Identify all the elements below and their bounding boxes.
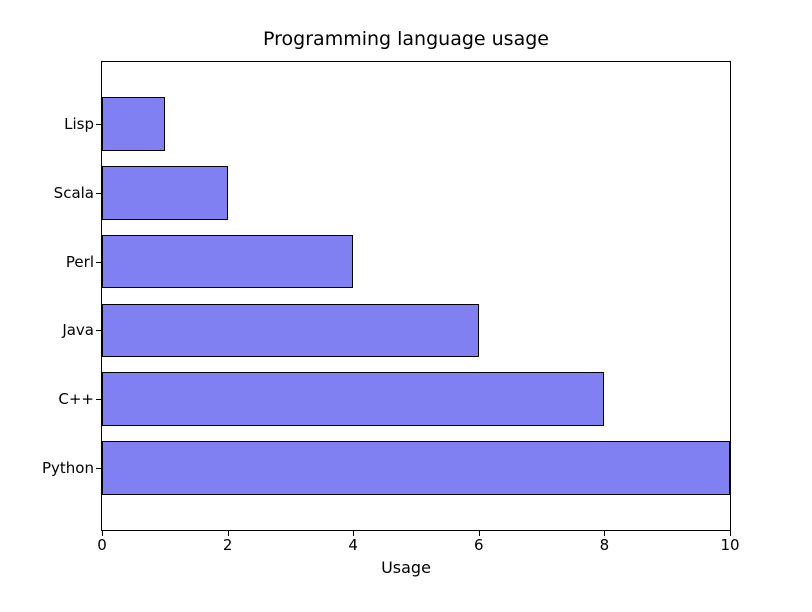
- x-tick-label: 8: [600, 536, 610, 554]
- x-tick-label: 2: [223, 536, 233, 554]
- x-tick-label: 4: [348, 536, 358, 554]
- x-tick-label: 6: [474, 536, 484, 554]
- x-tick: [479, 531, 480, 536]
- x-axis-label: Usage: [0, 558, 812, 577]
- x-tick-label: 0: [97, 536, 107, 554]
- y-tick-label: C++: [4, 390, 94, 408]
- y-tick-label: Perl: [4, 253, 94, 271]
- y-tick: [96, 193, 101, 194]
- x-tick: [228, 531, 229, 536]
- chart-title: Programming language usage: [0, 28, 812, 50]
- y-tick: [96, 330, 101, 331]
- y-tick: [96, 262, 101, 263]
- y-tick-label: Scala: [4, 184, 94, 202]
- y-tick-label: Python: [4, 459, 94, 477]
- chart-figure: Programming language usage Usage Python C…: [0, 0, 812, 612]
- y-tick: [96, 468, 101, 469]
- y-tick-label: Lisp: [4, 115, 94, 133]
- x-tick: [353, 531, 354, 536]
- x-tick: [730, 531, 731, 536]
- bar-lisp: [102, 97, 165, 151]
- y-tick: [96, 399, 101, 400]
- y-tick: [96, 124, 101, 125]
- bar-perl: [102, 235, 353, 289]
- bar-cplusplus: [102, 372, 604, 426]
- x-tick: [604, 531, 605, 536]
- x-tick-label: 10: [720, 536, 739, 554]
- bar-python: [102, 441, 730, 495]
- bar-scala: [102, 166, 228, 220]
- bar-java: [102, 304, 479, 358]
- x-tick: [102, 531, 103, 536]
- y-tick-label: Java: [4, 321, 94, 339]
- plot-area: [101, 61, 731, 531]
